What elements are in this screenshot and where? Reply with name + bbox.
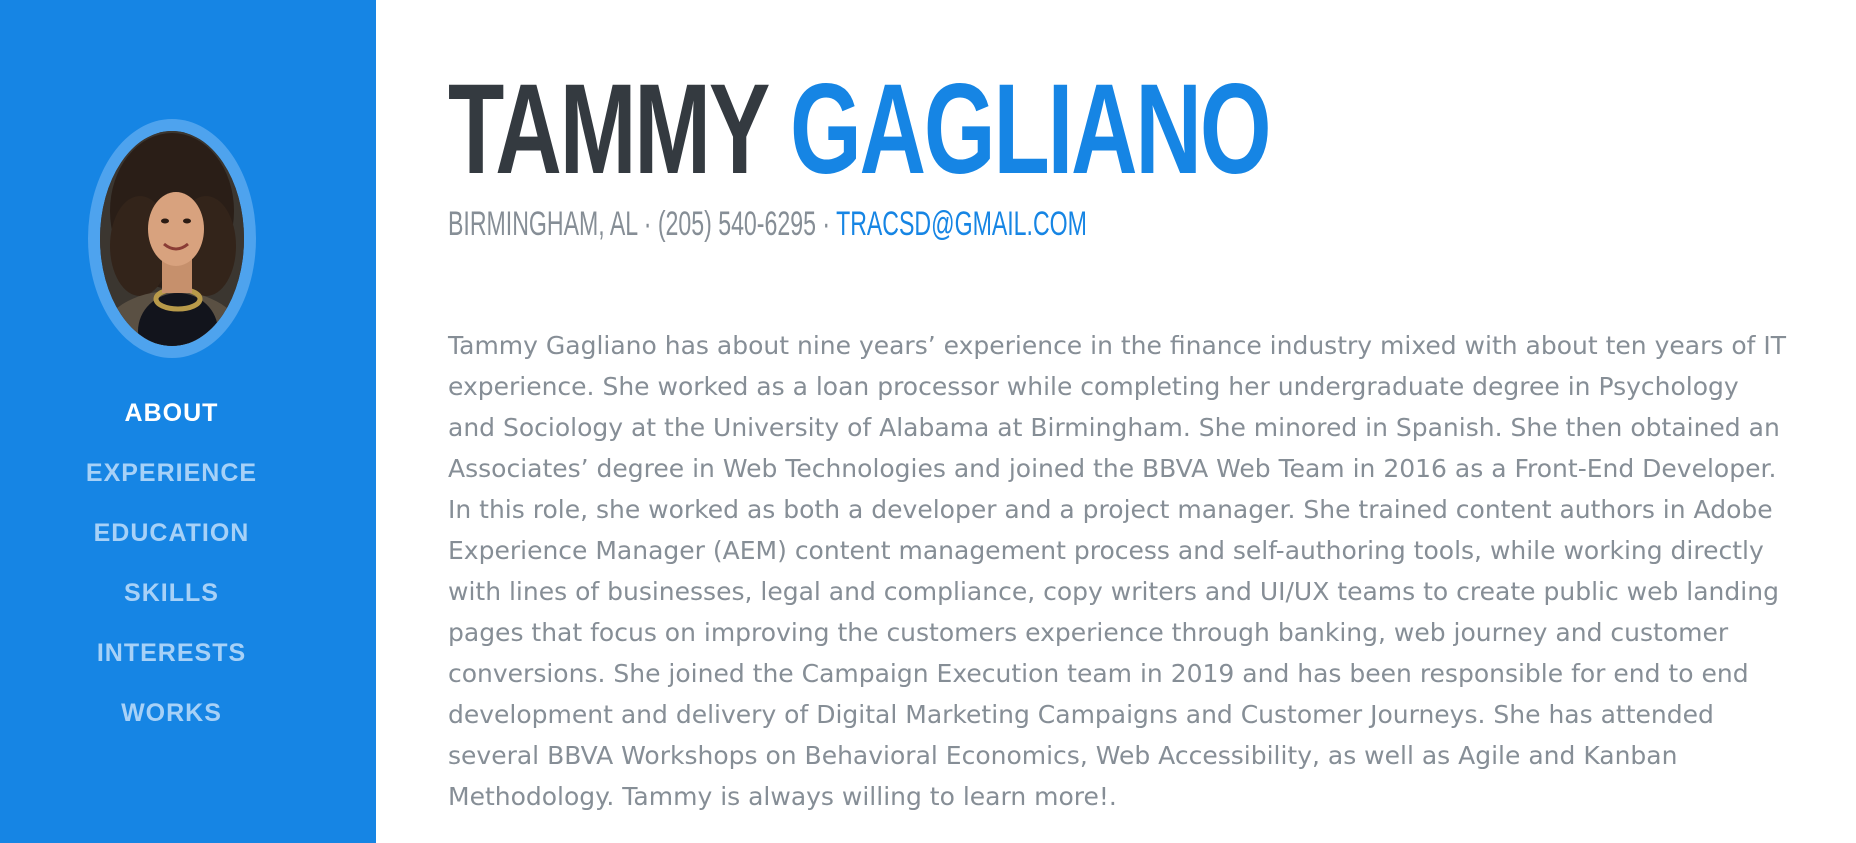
first-name: TAMMY [448, 58, 769, 201]
contact-line: BIRMINGHAM, AL · (205) 540-6295 · TRACSD… [448, 200, 1087, 248]
last-name: GAGLIANO [790, 58, 1271, 201]
separator: · [815, 205, 837, 243]
page-title: TAMMY GAGLIANO [448, 58, 1271, 201]
sidebar-nav: ABOUT EXPERIENCE EDUCATION SKILLS INTERE… [0, 389, 343, 749]
nav-item-skills[interactable]: SKILLS [0, 569, 343, 629]
avatar [100, 131, 244, 346]
nav-item-works[interactable]: WORKS [0, 689, 343, 749]
profile-photo-icon [100, 131, 244, 346]
separator: · [637, 205, 658, 243]
phone: (205) 540-6295 [657, 205, 816, 243]
bio-text: Tammy Gagliano has about nine years’ exp… [448, 331, 1787, 811]
email-link[interactable]: TRACSD@GMAIL.COM [836, 205, 1087, 243]
nav-item-education[interactable]: EDUCATION [0, 509, 343, 569]
sidebar: ABOUT EXPERIENCE EDUCATION SKILLS INTERE… [0, 0, 376, 843]
nav-item-interests[interactable]: INTERESTS [0, 629, 343, 689]
nav-item-experience[interactable]: EXPERIENCE [0, 449, 343, 509]
nav-item-about[interactable]: ABOUT [0, 389, 343, 449]
location: BIRMINGHAM, AL [448, 205, 638, 243]
